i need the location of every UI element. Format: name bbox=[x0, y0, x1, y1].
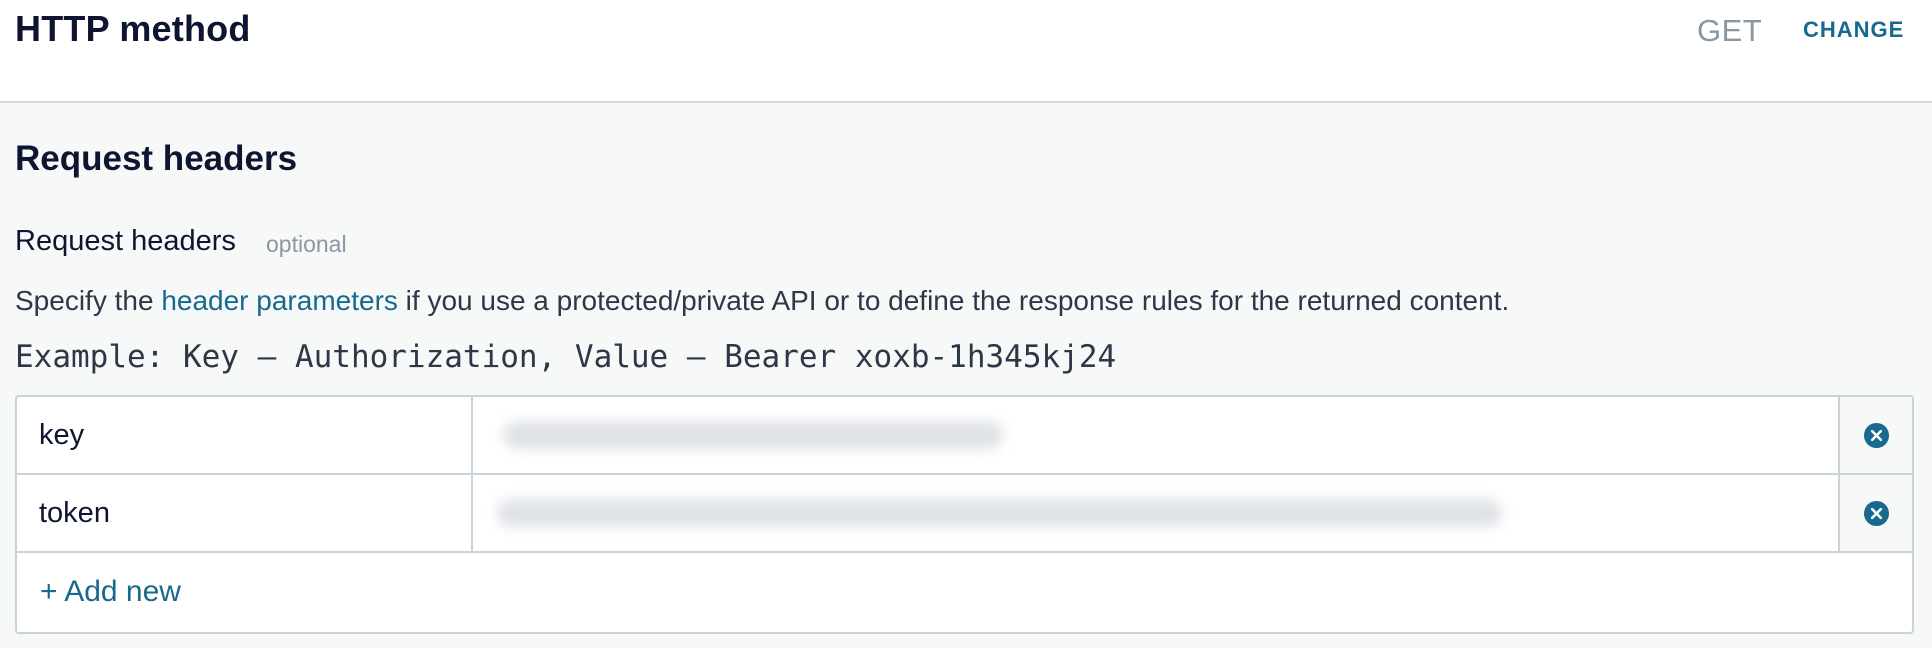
http-method-value: GET bbox=[1697, 13, 1763, 48]
header-row: token bbox=[17, 475, 1912, 553]
add-new-header-button[interactable]: + Add new bbox=[40, 575, 181, 609]
blurred-value bbox=[497, 499, 1502, 527]
remove-header-button[interactable] bbox=[1838, 475, 1912, 551]
request-headers-table: key token + Add new bbox=[15, 395, 1914, 634]
optional-label: optional bbox=[266, 231, 347, 257]
request-headers-field-label: Request headers bbox=[15, 225, 236, 257]
request-headers-title: Request headers bbox=[15, 139, 298, 178]
header-key-field[interactable]: key bbox=[17, 397, 473, 473]
blurred-value bbox=[503, 421, 1003, 449]
change-method-button[interactable]: CHANGE bbox=[1803, 17, 1904, 43]
header-value-field[interactable] bbox=[473, 397, 1840, 473]
header-row: key bbox=[17, 397, 1912, 475]
request-headers-example: Example: Key — Authorization, Value — Be… bbox=[15, 339, 1117, 375]
http-method-title: HTTP method bbox=[15, 8, 251, 49]
description-prefix: Specify the bbox=[15, 285, 162, 316]
header-parameters-link[interactable]: header parameters bbox=[161, 285, 398, 316]
remove-header-button[interactable] bbox=[1838, 397, 1912, 473]
close-circle-icon bbox=[1863, 422, 1889, 448]
description-suffix: if you use a protected/private API or to… bbox=[397, 285, 1510, 316]
close-circle-icon bbox=[1863, 500, 1889, 526]
header-key-field[interactable]: token bbox=[17, 475, 473, 551]
request-headers-section: Request headers Request headers optional… bbox=[0, 103, 1932, 648]
http-method-section: HTTP method GET CHANGE bbox=[0, 0, 1932, 103]
header-value-field[interactable] bbox=[473, 475, 1840, 551]
request-headers-description: Specify the header parameters if you use… bbox=[15, 285, 1509, 317]
